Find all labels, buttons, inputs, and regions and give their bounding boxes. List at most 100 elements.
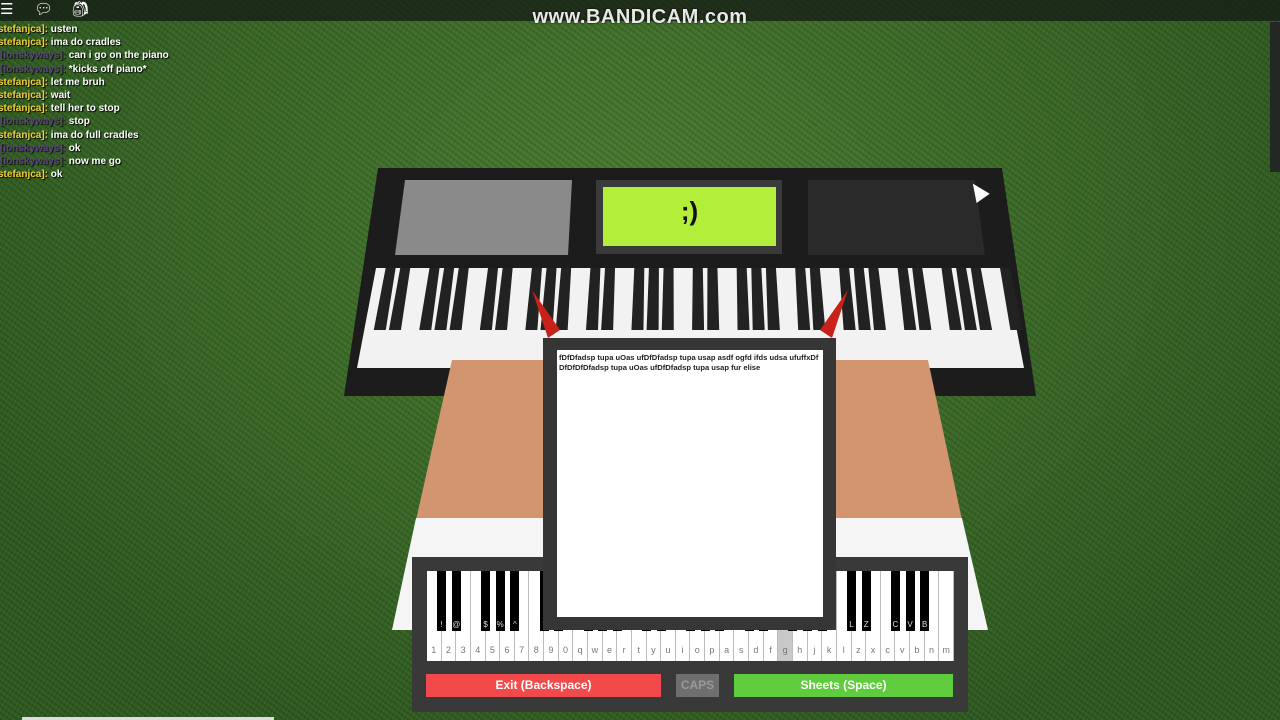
chat-message: stefanjca]: wait <box>0 89 169 102</box>
key-label: s <box>738 645 744 655</box>
key-label: 6 <box>504 645 510 655</box>
key-label: e <box>606 645 612 655</box>
black-key[interactable]: % <box>495 571 505 631</box>
chat-message: stefanjca]: usten <box>0 23 169 36</box>
key-label: g <box>782 645 788 655</box>
key-label: h <box>797 645 803 655</box>
key-label: k <box>826 645 832 655</box>
chat-text: tell her to stop <box>50 103 120 115</box>
chat-text: now me go <box>68 156 122 168</box>
chat-message: [ionskyways]: can i go on the piano <box>0 49 169 62</box>
chat-text: ok <box>50 169 63 181</box>
key-label: f <box>769 645 772 655</box>
black-key[interactable]: @ <box>451 571 461 631</box>
exit-button[interactable]: Exit (Backspace) <box>426 674 661 697</box>
key-label: b <box>914 645 920 655</box>
key-label: L <box>849 620 854 629</box>
piano-black-key-3d <box>661 268 674 330</box>
chat-message: [ionskyways]: now me go <box>0 155 169 168</box>
key-label: v <box>900 645 905 655</box>
black-key[interactable]: Z <box>861 571 871 631</box>
key-label: % <box>496 620 504 629</box>
chat-username: [ionskyways]: <box>0 156 66 168</box>
key-label: p <box>709 645 715 655</box>
key-label: x <box>870 645 876 655</box>
piano-screen-text: ;) <box>680 196 699 226</box>
chat-username: [ionskyways]: <box>0 50 66 62</box>
chat-username: stefanjca]: <box>0 129 49 141</box>
black-key[interactable]: L <box>847 571 857 631</box>
bandicam-watermark: www.BANDICAM.com <box>532 6 748 28</box>
chat-message: stefanjca]: ok <box>0 168 169 181</box>
chat-text: let me bruh <box>50 76 105 88</box>
sheets-button[interactable]: Sheets (Space) <box>734 674 953 697</box>
chat-log: stefanjca]: usten stefanjca]: ima do crad… <box>0 23 169 181</box>
key-label: B <box>922 620 928 629</box>
piano-black-key-3d <box>692 268 705 330</box>
key-label: c <box>885 645 890 655</box>
caps-button[interactable]: CAPS <box>676 674 719 697</box>
chat-username: stefanjca]: <box>0 24 49 35</box>
chat-message: [ionskyways]: stop <box>0 115 169 128</box>
key-label: w <box>591 645 599 655</box>
key-label: ! <box>440 620 443 629</box>
key-label: C <box>892 620 899 629</box>
key-label: @ <box>452 620 461 629</box>
chat-text: wait <box>50 90 71 102</box>
key-label: d <box>753 645 759 655</box>
key-label: n <box>929 645 935 655</box>
side-panel <box>1270 22 1280 172</box>
chat-message: [ionskyways]: *kicks off piano* <box>0 63 169 76</box>
chat-text: ima do cradles <box>50 37 121 49</box>
key-label: z <box>856 645 861 655</box>
key-label: o <box>694 645 700 655</box>
key-label: 7 <box>519 645 525 655</box>
chat-message: [ionskyways]: ok <box>0 142 169 155</box>
chat-username: stefanjca]: <box>0 169 49 181</box>
chat-message: stefanjca]: ima do full cradles <box>0 129 169 142</box>
chat-username: [ionskyways]: <box>0 142 66 154</box>
chat-username: stefanjca]: <box>0 90 49 102</box>
chat-username: stefanjca]: <box>0 76 49 88</box>
chat-text: usten <box>50 24 78 35</box>
sheet-text: fDfDfadsp tupa uOas ufDfDfadsp tupa usap… <box>557 350 823 617</box>
chat-username: [ionskyways]: <box>0 116 66 128</box>
chat-username: [ionskyways]: <box>0 63 66 75</box>
chat-username: stefanjca]: <box>0 37 49 49</box>
key-label: 1 <box>431 645 437 655</box>
key-label: t <box>637 645 640 655</box>
key-label: 3 <box>460 645 466 655</box>
chat-text: ima do full cradles <box>50 129 139 141</box>
key-label: 9 <box>548 645 554 655</box>
key-label: a <box>724 645 730 655</box>
chat-text: can i go on the piano <box>68 50 169 62</box>
key-label: l <box>842 645 845 655</box>
key-label: j <box>813 645 816 655</box>
key-label: q <box>577 645 583 655</box>
key-label: m <box>942 645 950 655</box>
piano-right-screen <box>808 180 985 255</box>
key-label: 0 <box>563 645 569 655</box>
chat-username: stefanjca]: <box>0 103 49 115</box>
chat-message: stefanjca]: ima do cradles <box>0 36 169 49</box>
chat-message: stefanjca]: let me bruh <box>0 76 169 89</box>
black-key[interactable]: C <box>890 571 900 631</box>
piano-left-screen <box>395 180 572 255</box>
black-key[interactable]: ^ <box>510 571 520 631</box>
piano-black-key-3d <box>707 268 720 330</box>
key-label: u <box>665 645 671 655</box>
key-label: y <box>651 645 656 655</box>
key-label: $ <box>483 620 488 629</box>
white-key-m[interactable]: m <box>939 571 954 661</box>
key-label: V <box>907 620 913 629</box>
key-label: 5 <box>489 645 495 655</box>
key-label: 2 <box>445 645 451 655</box>
black-key[interactable]: V <box>905 571 915 631</box>
black-key[interactable]: $ <box>481 571 491 631</box>
black-key[interactable]: B <box>920 571 930 631</box>
key-label: i <box>681 645 684 655</box>
black-key[interactable]: ! <box>437 571 447 631</box>
key-label: Z <box>863 620 869 629</box>
chat-text: ok <box>68 142 81 154</box>
chat-text: stop <box>68 116 90 128</box>
